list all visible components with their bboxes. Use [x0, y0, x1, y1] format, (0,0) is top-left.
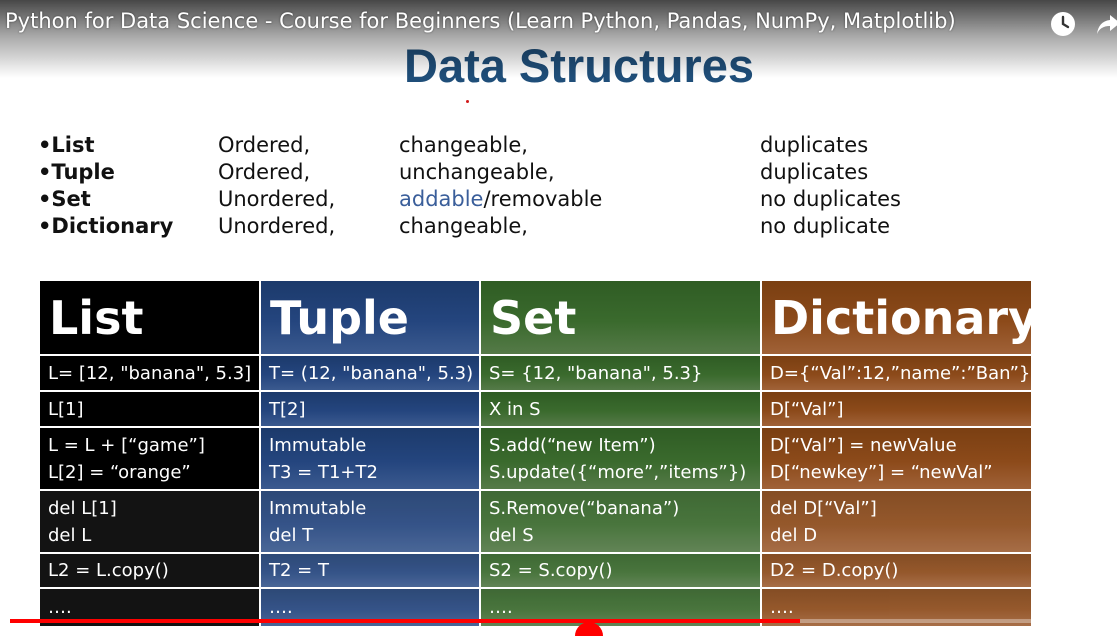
summary-duplicates: no duplicates	[760, 187, 901, 211]
table-header-dictionary: Dictionary	[762, 281, 1031, 356]
table-cell-line: S.add(“new Item”)	[489, 435, 656, 456]
summary-order: Unordered,	[218, 214, 336, 238]
comparison-table: List Tuple Set Dictionary L= [12, "banan…	[40, 281, 1031, 626]
table-cell-line: del L	[48, 525, 92, 546]
table-cell: S.Remove(“banana”) del S	[481, 491, 762, 554]
table-header-tuple: Tuple	[261, 281, 481, 356]
summary-row-set: •Set Unordered, addable/removable no dup…	[38, 187, 1038, 214]
summary-duplicates: duplicates	[760, 160, 869, 184]
summary-changeability: changeable,	[399, 214, 528, 238]
summary-changeability: addable/removable	[399, 187, 602, 211]
summary-name: •List	[38, 133, 95, 157]
table-cell-line: T3 = T1+T2	[269, 462, 378, 483]
table-cell-line: del D	[770, 525, 818, 546]
video-title[interactable]: Python for Data Science - Course for Beg…	[5, 9, 956, 33]
summary-name: •Set	[38, 187, 91, 211]
table-cell-line: del L[1]	[48, 498, 117, 519]
table-cell: Immutable del T	[261, 491, 481, 554]
table-cell-line: Immutable	[269, 498, 367, 519]
share-button[interactable]	[1094, 10, 1117, 38]
video-progress-bar[interactable]	[10, 619, 1107, 623]
summary-changeability-rest: /removable	[483, 187, 603, 211]
table-cell: S.add(“new Item”) S.update({“more”,”item…	[481, 428, 762, 491]
table-cell: L = L + [“game”] L[2] = “orange”	[40, 428, 261, 491]
table-cell: L= [12, "banana", 5.3]	[40, 356, 261, 392]
summary-order: Ordered,	[218, 160, 311, 184]
table-cell: del D[“Val”] del D	[762, 491, 1031, 554]
share-arrow-icon	[1097, 15, 1117, 34]
table-cell: Immutable T3 = T1+T2	[261, 428, 481, 491]
summary-order: Ordered,	[218, 133, 311, 157]
table-cell: D[“Val”]	[762, 392, 1031, 428]
table-cell-line: del D[“Val”]	[770, 498, 877, 519]
table-cell: D[“Val”] = newValue D[“newkey”] = “newVa…	[762, 428, 1031, 491]
table-cell: del L[1] del L	[40, 491, 261, 554]
summary-list: •List Ordered, changeable, duplicates •T…	[38, 133, 1038, 241]
table-cell-line: del T	[269, 525, 314, 546]
summary-duplicates: duplicates	[760, 133, 869, 157]
table-cell-line: D[“newkey”] = “newVal”	[770, 462, 993, 483]
table-cell-line: S.update({“more”,”items”})	[489, 462, 747, 483]
clock-icon	[1051, 12, 1075, 36]
summary-name: •Dictionary	[38, 214, 174, 238]
table-cell: L[1]	[40, 392, 261, 428]
summary-row-list: •List Ordered, changeable, duplicates	[38, 133, 1038, 160]
table-cell-line: del S	[489, 525, 534, 546]
table-cell: D2 = D.copy()	[762, 554, 1031, 589]
summary-changeability: changeable,	[399, 133, 528, 157]
table-cell: T[2]	[261, 392, 481, 428]
table-cell-line: L = L + [“game”]	[48, 435, 205, 456]
table-cell-line: D[“Val”] = newValue	[770, 435, 957, 456]
table-cell-line: Immutable	[269, 435, 367, 456]
summary-order: Unordered,	[218, 187, 336, 211]
table-cell: D={“Val”:12,”name”:”Ban”}	[762, 356, 1031, 392]
summary-duplicates: no duplicate	[760, 214, 891, 238]
summary-accent-word: addable	[399, 187, 484, 211]
video-progress-played	[10, 619, 800, 623]
table-cell-line: L[2] = “orange”	[48, 462, 191, 483]
table-cell: L2 = L.copy()	[40, 554, 261, 589]
summary-changeability: unchangeable,	[399, 160, 555, 184]
table-cell: T2 = T	[261, 554, 481, 589]
table-cell-line: S.Remove(“banana”)	[489, 498, 680, 519]
summary-row-dictionary: •Dictionary Unordered, changeable, no du…	[38, 214, 1038, 241]
summary-row-tuple: •Tuple Ordered, unchangeable, duplicates	[38, 160, 1038, 187]
table-cell: X in S	[481, 392, 762, 428]
table-header-set: Set	[481, 281, 762, 356]
table-header-list: List	[40, 281, 261, 356]
table-cell: S= {12, "banana", 5.3}	[481, 356, 762, 392]
table-cell: S2 = S.copy()	[481, 554, 762, 589]
table-cell: T= (12, "banana", 5.3)	[261, 356, 481, 392]
summary-name: •Tuple	[38, 160, 115, 184]
watch-later-button[interactable]	[1049, 10, 1077, 38]
laser-pointer-dot	[466, 100, 469, 103]
